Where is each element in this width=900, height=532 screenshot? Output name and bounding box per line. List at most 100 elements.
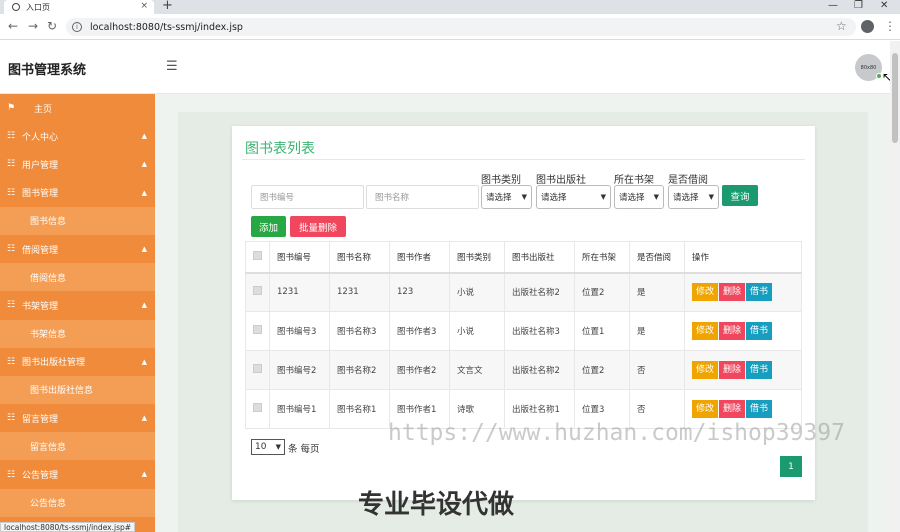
info-icon[interactable]: i	[72, 22, 82, 32]
sidebar-item[interactable]: 公告信息	[0, 488, 155, 517]
reload-icon[interactable]: ↻	[47, 19, 57, 33]
url-watermark: https://www.huzhan.com/ishop39397	[388, 420, 845, 446]
page-button-current[interactable]: 1	[780, 456, 802, 477]
borrow-button[interactable]: 借书	[746, 400, 773, 418]
sidebar-item[interactable]: 借阅信息	[0, 263, 155, 292]
address-bar[interactable]: i localhost:8080/ts-ssmj/index.jsp	[66, 18, 856, 36]
select-all-checkbox[interactable]	[253, 250, 262, 260]
row-actions-cell: 修改 删除 借书	[684, 272, 802, 312]
shelf-select[interactable]: 请选择 ▼	[614, 185, 664, 209]
shelf-select-value: 请选择	[619, 193, 645, 203]
book-no-input[interactable]: 图书编号	[251, 185, 364, 209]
table-cell-author: 图书作者3	[389, 311, 450, 351]
sidebar-item[interactable]: ☷ 图书出版社管理 ▲	[0, 347, 155, 376]
sidebar-item[interactable]: ☷ 借阅管理 ▲	[0, 234, 155, 264]
bookmark-star-icon[interactable]: ☆	[836, 19, 847, 33]
chevron-down-icon: ▼	[275, 443, 281, 451]
table-cell-author: 图书作者2	[389, 350, 450, 390]
search-button[interactable]: 查询	[722, 185, 758, 206]
delete-button[interactable]: 删除	[719, 322, 746, 340]
browser-status-bar: localhost:8080/ts-ssmj/index.jsp#	[0, 522, 136, 532]
sidebar-item[interactable]: 书架信息	[0, 319, 155, 348]
caret-icon: ▲	[141, 357, 147, 366]
delete-button[interactable]: 删除	[719, 283, 746, 302]
new-tab-button[interactable]: +	[162, 0, 173, 13]
list-icon: ☷	[7, 187, 16, 198]
edit-button[interactable]: 修改	[692, 400, 719, 418]
sidebar-item[interactable]: 图书出版社信息	[0, 375, 155, 405]
sidebar-item[interactable]: 图书信息	[0, 206, 155, 235]
app-title: 图书管理系统	[8, 63, 87, 78]
profile-icon[interactable]	[861, 20, 874, 33]
table-cell-publisher: 出版社名称2	[504, 350, 575, 390]
borrow-button[interactable]: 借书	[746, 283, 773, 302]
sidebar-item-label: 公告管理	[22, 471, 59, 482]
title-divider	[242, 159, 805, 160]
browser-tab[interactable]: 入口页 ×	[4, 0, 154, 14]
table-cell-publisher: 出版社名称3	[504, 311, 575, 351]
sidebar: ⚑ 主页 ☷ 个人中心 ▲ ☷ 用户管理 ▲ ☷ 图书管理 ▲ 图书信息 ☷ 借阅管理 ▲ 借阅信息 ☷ 书架管理…	[0, 94, 155, 532]
sidebar-item[interactable]: ☷ 图书管理 ▲	[0, 178, 155, 207]
sidebar-item[interactable]: ☷ 个人中心 ▲	[0, 122, 155, 151]
delete-button[interactable]: 删除	[719, 361, 746, 379]
publisher-select[interactable]: 请选择 ▼	[536, 185, 611, 209]
table-cell-shelf: 位置2	[574, 350, 630, 390]
column-header[interactable]: 所在书架	[574, 241, 630, 274]
browser-menu-icon[interactable]: ⋮	[884, 19, 896, 33]
column-header[interactable]: 图书出版社	[504, 241, 575, 274]
forward-icon[interactable]: →	[28, 19, 38, 33]
page-scrollbar[interactable]	[890, 41, 900, 532]
app-header: 图书管理系统 ☰ 80x80	[0, 41, 890, 94]
batch-delete-button[interactable]: 批量删除	[290, 216, 346, 237]
borrow-button[interactable]: 借书	[746, 322, 773, 340]
edit-button[interactable]: 修改	[692, 322, 719, 340]
minimize-icon[interactable]: —	[828, 0, 838, 11]
sidebar-item[interactable]: ☷ 书架管理 ▲	[0, 291, 155, 320]
column-header[interactable]: 图书类别	[449, 241, 505, 274]
menu-toggle-icon[interactable]: ☰	[166, 59, 178, 74]
page-size-select[interactable]: 10 ▼	[251, 439, 285, 455]
borrowed-select[interactable]: 请选择 ▼	[668, 185, 719, 209]
page-size-value: 10	[255, 442, 267, 452]
sidebar-item[interactable]: ☷ 留言管理 ▲	[0, 404, 155, 433]
book-name-input[interactable]: 图书名称	[366, 185, 479, 209]
column-header[interactable]: 图书编号	[269, 241, 330, 274]
table-cell-name: 1231	[329, 272, 390, 312]
table-cell-name: 图书名称1	[329, 389, 390, 429]
add-button[interactable]: 添加	[251, 216, 286, 237]
row-checkbox[interactable]	[253, 325, 262, 334]
edit-button[interactable]: 修改	[692, 361, 719, 379]
page-title: 图书表列表	[245, 141, 315, 157]
column-header[interactable]: 图书名称	[329, 241, 390, 274]
table-cell-publisher: 出版社名称2	[504, 272, 575, 312]
row-checkbox[interactable]	[253, 403, 262, 412]
edit-button[interactable]: 修改	[692, 283, 719, 302]
table-cell-category: 小说	[449, 311, 505, 351]
publisher-select-value: 请选择	[541, 193, 567, 203]
delete-button[interactable]: 删除	[719, 400, 746, 418]
row-checkbox[interactable]	[253, 364, 262, 373]
sidebar-item[interactable]: ☷ 公告管理 ▲	[0, 460, 155, 489]
caret-icon: ▲	[141, 301, 147, 310]
row-checkbox[interactable]	[253, 286, 262, 296]
category-select[interactable]: 请选择 ▼	[481, 185, 532, 209]
tab-close-icon[interactable]: ×	[140, 1, 148, 11]
sidebar-item-label: 书架管理	[22, 301, 59, 312]
back-icon[interactable]: ←	[8, 19, 18, 33]
table-cell-borrowed: 是	[629, 311, 685, 351]
sidebar-item[interactable]: ⚑ 主页	[0, 94, 155, 123]
window-close-icon[interactable]: ✕	[880, 0, 888, 11]
sidebar-item[interactable]: 留言信息	[0, 432, 155, 461]
caret-icon: ▲	[141, 160, 147, 169]
sidebar-item[interactable]: ☷ 用户管理 ▲	[0, 150, 155, 179]
borrow-button[interactable]: 借书	[746, 361, 773, 379]
list-icon: ☷	[7, 413, 16, 424]
column-header[interactable]: 是否借阅	[629, 241, 685, 274]
table-cell-no: 图书编号2	[269, 350, 330, 390]
maximize-icon[interactable]: ❐	[854, 0, 863, 11]
row-select-cell	[245, 389, 270, 429]
list-icon: ☷	[7, 469, 16, 480]
column-header[interactable]: 图书作者	[389, 241, 450, 274]
sidebar-item-label: 主页	[34, 104, 53, 115]
scrollbar-thumb[interactable]	[892, 53, 898, 143]
